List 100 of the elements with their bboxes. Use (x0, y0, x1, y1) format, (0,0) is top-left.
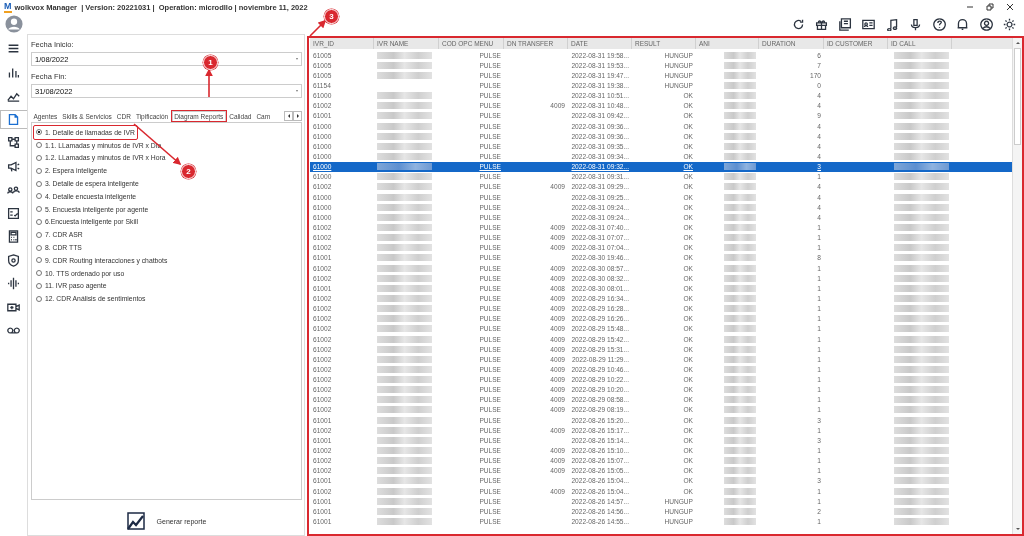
blurred-text (724, 426, 756, 434)
blurred-text (724, 325, 756, 333)
blurred-text (894, 467, 949, 475)
blurred-text (894, 335, 949, 343)
radio-button[interactable] (36, 295, 42, 302)
radio-button[interactable] (36, 218, 42, 225)
blurred-text (724, 203, 756, 211)
settings-icon[interactable] (1003, 17, 1016, 31)
blurred-text (894, 477, 949, 485)
sound-wave-icon (7, 277, 20, 290)
radio-button[interactable] (36, 155, 42, 161)
blurred-text (724, 396, 756, 404)
minimize-icon[interactable] (966, 3, 974, 11)
blurred-text (724, 102, 756, 110)
blurred-text (724, 457, 756, 465)
gift-icon[interactable] (815, 17, 828, 31)
blurred-text (724, 122, 756, 130)
annotation-arrow (133, 123, 182, 166)
radio-button[interactable] (36, 167, 42, 174)
blurred-text (724, 305, 756, 313)
help-icon[interactable] (932, 17, 946, 31)
blurred-text (894, 203, 949, 211)
flowchart-icon (7, 136, 20, 149)
document-icon (7, 112, 20, 126)
bar-chart-icon (7, 65, 20, 79)
blurred-text (724, 416, 756, 424)
blurred-text (724, 284, 756, 292)
blurred-text (724, 447, 756, 455)
blurred-text (724, 112, 756, 120)
blurred-text (894, 163, 949, 171)
blurred-text (894, 447, 949, 455)
blurred-text (894, 416, 949, 424)
blurred-text (894, 173, 949, 181)
scroll-right-button[interactable] (293, 111, 302, 121)
bell-icon[interactable] (956, 17, 969, 31)
blurred-text (894, 436, 949, 444)
contact-card-icon[interactable] (862, 17, 875, 31)
restore-icon[interactable] (986, 3, 994, 11)
radio-button[interactable] (36, 257, 42, 264)
blurred-text (724, 487, 756, 495)
blurred-text (724, 51, 756, 59)
blurred-text (894, 497, 949, 505)
radio-button[interactable] (36, 244, 42, 251)
blurred-text (724, 82, 756, 89)
blurred-text (894, 51, 949, 59)
user-icon[interactable] (979, 17, 993, 31)
blurred-text (724, 335, 756, 343)
blurred-text (724, 467, 756, 475)
blurred-text (724, 213, 756, 221)
blurred-text (724, 477, 756, 485)
blurred-text (724, 92, 756, 100)
blurred-text (724, 274, 756, 282)
blurred-text (894, 507, 949, 515)
blurred-text (894, 355, 949, 363)
blurred-text (724, 518, 756, 526)
blurred-text (724, 365, 756, 373)
blurred-text (894, 92, 949, 100)
radio-button[interactable] (36, 142, 42, 149)
blurred-text (894, 102, 949, 110)
blurred-text (894, 61, 949, 69)
blurred-text (894, 345, 949, 353)
blurred-text (894, 376, 949, 384)
scroll-left-button[interactable] (284, 111, 293, 121)
scrollbar[interactable] (1012, 38, 1022, 534)
radio-button[interactable] (36, 129, 42, 136)
radio-button[interactable] (36, 231, 42, 238)
book-icon[interactable] (838, 17, 852, 31)
radio-button[interactable] (36, 206, 42, 213)
blurred-text (894, 142, 949, 150)
form-icon (7, 206, 20, 220)
blurred-text (894, 386, 949, 394)
blurred-text (724, 376, 756, 384)
voicemail-icon (7, 324, 20, 337)
radio-button[interactable] (36, 193, 42, 200)
blurred-text (724, 386, 756, 394)
blurred-text (894, 82, 949, 89)
close-icon[interactable] (1006, 3, 1014, 11)
blurred-text (894, 264, 949, 272)
radio-button[interactable] (36, 270, 42, 277)
blurred-text (724, 294, 756, 302)
radio-button[interactable] (36, 282, 42, 289)
app-logo: M (4, 1, 12, 13)
blurred-text (894, 71, 949, 79)
blurred-text (894, 274, 949, 282)
blurred-text (724, 223, 756, 231)
blurred-text (724, 345, 756, 353)
blurred-text (894, 132, 949, 140)
blurred-text (724, 315, 756, 323)
blurred-text (894, 518, 949, 526)
blurred-text (724, 406, 756, 414)
blurred-text (894, 487, 949, 495)
music-note-icon[interactable] (885, 17, 899, 31)
blurred-text (894, 284, 949, 292)
radio-button[interactable] (36, 180, 42, 187)
blurred-text (894, 396, 949, 404)
user-avatar-icon[interactable] (4, 15, 23, 33)
refresh-icon[interactable] (791, 17, 805, 31)
blurred-text (724, 193, 756, 201)
blurred-text (894, 193, 949, 201)
microphone-icon[interactable] (909, 17, 922, 31)
